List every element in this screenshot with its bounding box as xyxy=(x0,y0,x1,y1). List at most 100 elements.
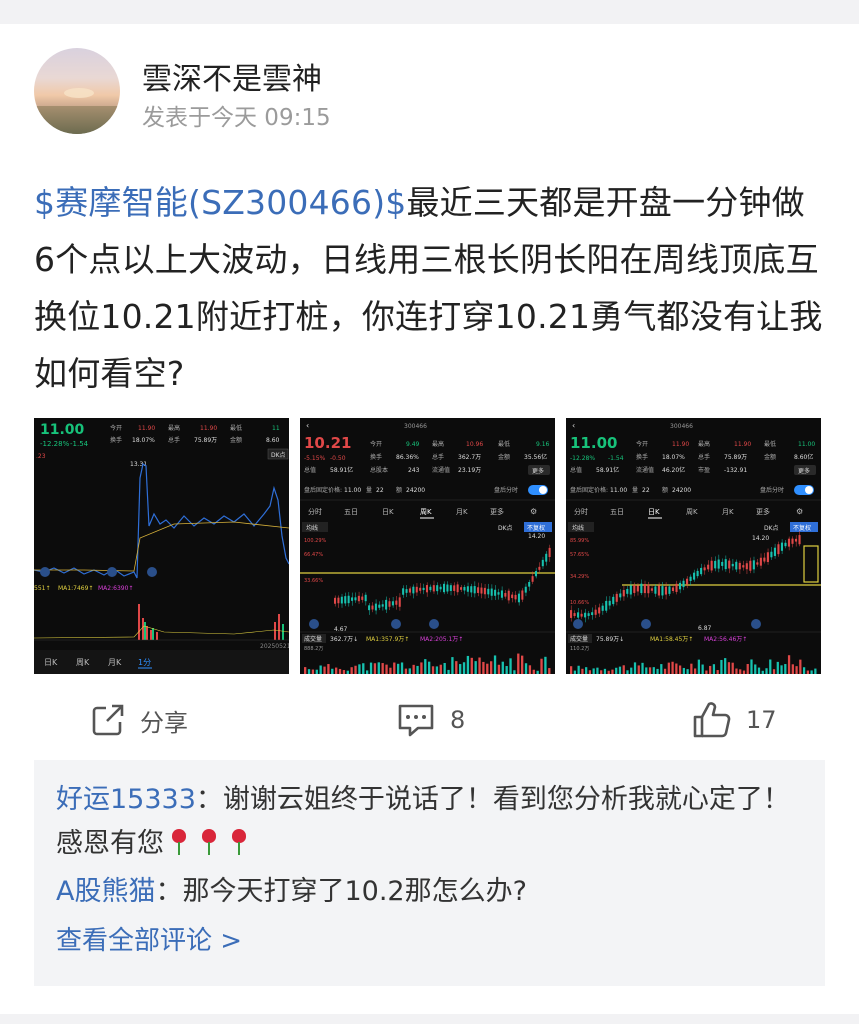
volume-bar xyxy=(358,664,361,674)
volume-bar xyxy=(596,667,599,674)
volume-bar xyxy=(750,659,753,674)
candle xyxy=(577,612,580,618)
volume-bar xyxy=(675,663,678,674)
comment-author[interactable]: 好运15333 xyxy=(56,784,196,815)
candle xyxy=(545,553,548,562)
t2-pct3: 33.66% xyxy=(304,578,323,584)
volume-bar xyxy=(420,662,423,674)
t3-indicator-select[interactable]: 均线 xyxy=(572,524,584,532)
t3-mcap-val: 58.91亿 xyxy=(596,466,619,474)
volume-bar xyxy=(761,670,764,674)
volume-bar xyxy=(615,667,618,674)
t2-tab-more[interactable]: 更多 xyxy=(490,507,504,516)
t1-low-val: 11 xyxy=(272,425,280,432)
volume-bar xyxy=(678,665,682,674)
volume-bar xyxy=(462,662,466,674)
t2-tab-intraday[interactable]: 分时 xyxy=(308,507,322,516)
thumbnail-weekly-k[interactable]: ‹ 300466 10.21 -5.15% -0.50 今开 9.49 最高 1… xyxy=(300,418,555,674)
t3-settings-icon[interactable]: ⚙ xyxy=(796,507,803,516)
t2-settings-icon[interactable]: ⚙ xyxy=(530,507,537,516)
t2-tab-5day[interactable]: 五日 xyxy=(344,508,358,516)
t3-float-label: 流通值 xyxy=(636,466,654,474)
t2-fq-button[interactable]: 不复权 xyxy=(527,524,545,532)
volume-bar xyxy=(570,666,573,674)
t3-tab-5day[interactable]: 五日 xyxy=(610,508,624,516)
t1-change: -12.28% xyxy=(40,440,70,448)
t2-vol-label[interactable]: 成交量 xyxy=(304,635,322,643)
t2-low-val: 9.16 xyxy=(536,441,550,448)
candle xyxy=(759,557,762,566)
t3-mcap-label: 总值 xyxy=(570,466,582,474)
candle xyxy=(425,585,429,593)
volume-bar xyxy=(524,663,528,674)
candle xyxy=(361,596,364,600)
t1-tab-1min[interactable]: 1分 xyxy=(138,658,151,667)
volume-bar xyxy=(478,657,481,674)
t1-tab-weekly[interactable]: 周K xyxy=(76,658,90,667)
t2-tab-weekly[interactable]: 周K xyxy=(420,508,432,516)
comment-author[interactable]: A股熊猫 xyxy=(56,876,155,907)
volume-bar xyxy=(600,670,603,674)
t1-high-val: 11.90 xyxy=(200,425,217,432)
t2-more-button[interactable]: 更多 xyxy=(532,467,544,475)
candle xyxy=(344,596,347,604)
stock-link[interactable]: $赛摩智能(SZ300466)$ xyxy=(34,183,406,222)
t2-vol-val: 362.7万↓ xyxy=(330,636,358,643)
t3-fq-button[interactable]: 不复权 xyxy=(793,524,811,532)
view-all-comments-link[interactable]: 查看全部评论 > xyxy=(56,920,803,957)
t3-tab-monthly[interactable]: 月K xyxy=(722,508,734,516)
candle xyxy=(415,586,418,593)
post-body: $赛摩智能(SZ300466)$最近三天都是开盘一分钟做6个点以上大波动，日线用… xyxy=(34,174,824,402)
t1-price: 11.00 xyxy=(40,422,85,438)
candle xyxy=(500,590,503,598)
t3-change: -12.28% xyxy=(570,455,595,462)
t1-tab-monthly[interactable]: 月K xyxy=(108,658,122,667)
volume-bar xyxy=(607,670,610,674)
candle xyxy=(374,603,377,611)
t3-after-toggle-label: 盘后分时 xyxy=(760,486,784,494)
t2-back-icon[interactable]: ‹ xyxy=(306,421,309,430)
t3-tab-daily[interactable]: 日K xyxy=(648,508,660,516)
candle xyxy=(402,588,405,595)
volume-bar xyxy=(350,667,353,674)
t3-pct3: 34.29% xyxy=(570,574,589,580)
t2-tab-monthly[interactable]: 月K xyxy=(456,508,468,516)
volume-bar xyxy=(720,659,723,674)
thumbnail-daily-k[interactable]: ‹ 300466 11.00 -12.28% -1.54 今开 11.90 最高… xyxy=(566,418,821,674)
volume-bar xyxy=(671,661,674,674)
t3-tab-intraday[interactable]: 分时 xyxy=(574,507,588,516)
candle xyxy=(531,576,534,582)
t2-dk-button[interactable]: DK点 xyxy=(498,524,513,532)
avatar[interactable] xyxy=(34,48,120,134)
t3-tab-more[interactable]: 更多 xyxy=(756,507,770,516)
t1-dk-button[interactable]: DK点 xyxy=(271,451,286,459)
volume-bar xyxy=(626,670,629,674)
volume-bar xyxy=(645,667,648,674)
volume-bar xyxy=(716,670,719,674)
t3-vol-label[interactable]: 成交量 xyxy=(570,635,588,643)
t3-tab-weekly[interactable]: 周K xyxy=(686,508,698,516)
t3-more-button[interactable]: 更多 xyxy=(798,467,810,475)
t2-float-label: 流通值 xyxy=(432,466,450,474)
username[interactable]: 雲深不是雲神 xyxy=(142,54,322,98)
candle xyxy=(647,584,650,594)
volume-bar xyxy=(408,668,411,674)
t1-tab-daily[interactable]: 日K xyxy=(44,658,58,667)
t3-back-icon[interactable]: ‹ xyxy=(572,421,575,430)
t2-indicator-select[interactable]: 均线 xyxy=(306,524,318,532)
share-label: 分享 xyxy=(140,708,188,737)
t1-side-price: .23 xyxy=(36,453,46,460)
like-button[interactable]: 17 xyxy=(692,698,777,742)
t3-volume-val: 75.89万 xyxy=(724,454,747,461)
share-button[interactable]: 分享 xyxy=(90,698,188,742)
candle xyxy=(470,586,473,593)
thumbnail-intraday[interactable]: 11.00 -12.28% -1.54 今开 11.90 最高 11.90 最低… xyxy=(34,418,289,674)
comment-button[interactable]: 8 xyxy=(396,698,465,742)
volume-bar xyxy=(648,667,652,674)
candle xyxy=(682,580,685,588)
t3-after-vol: 22 xyxy=(642,487,650,494)
t3-code: 300466 xyxy=(670,423,693,430)
t2-tab-daily[interactable]: 日K xyxy=(382,508,394,516)
t3-dk-button[interactable]: DK点 xyxy=(764,524,779,532)
t1-turnover-label: 换手 xyxy=(110,436,122,444)
